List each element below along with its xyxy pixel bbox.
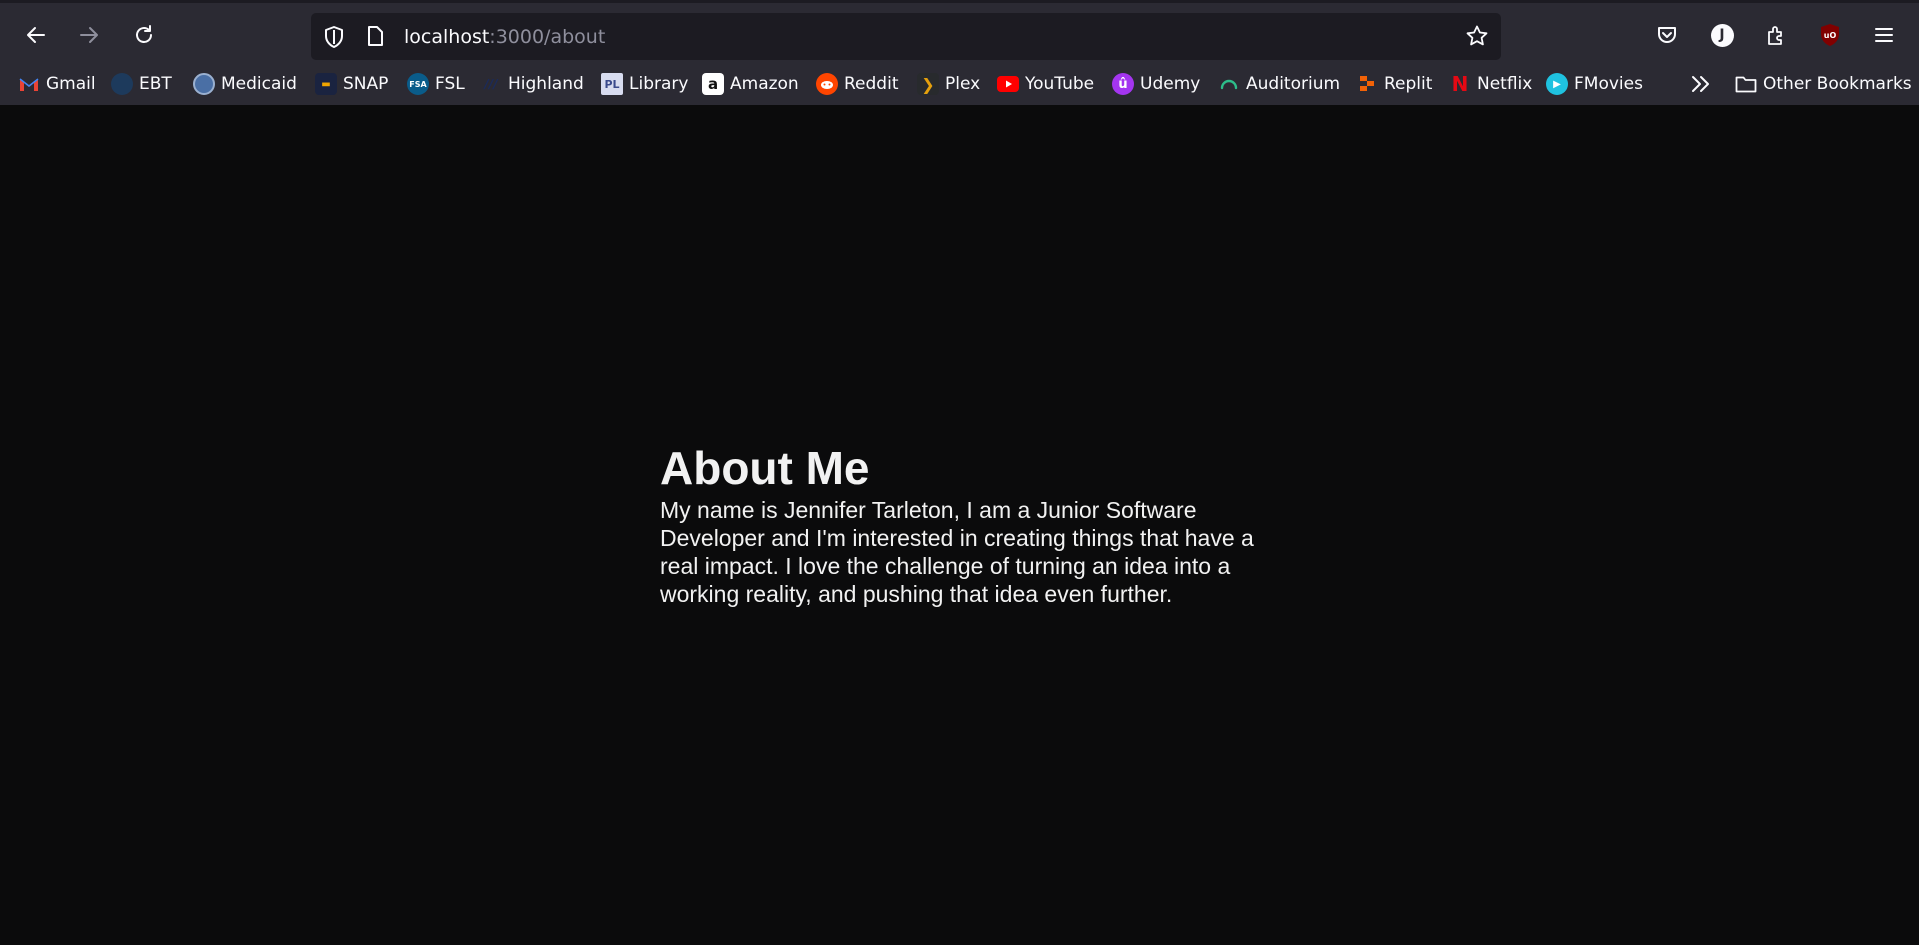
page-icon[interactable]: [366, 25, 384, 47]
bookmark-youtube[interactable]: YouTube: [997, 68, 1094, 100]
bookmark-udemy[interactable]: û Udemy: [1112, 68, 1200, 100]
bookmark-replit[interactable]: Replit: [1356, 68, 1432, 100]
bookmark-label: Library: [629, 74, 689, 94]
fsl-icon: FSA: [407, 73, 429, 95]
ublock-button[interactable]: uO: [1810, 15, 1850, 55]
url-host: localhost: [404, 26, 490, 48]
udemy-icon: û: [1112, 73, 1134, 95]
bookmark-label: FMovies: [1574, 74, 1643, 94]
avatar: J: [1710, 23, 1734, 47]
reload-icon: [136, 25, 152, 43]
bookmark-amazon[interactable]: a Amazon: [702, 68, 799, 100]
back-button[interactable]: [16, 15, 56, 55]
bookmark-label: Plex: [945, 74, 981, 94]
about-section: About Me My name is Jennifer Tarleton, I…: [660, 440, 1270, 608]
about-paragraph: My name is Jennifer Tarleton, I am a Jun…: [660, 497, 1254, 607]
reddit-icon: [816, 73, 838, 95]
bookmark-snap[interactable]: ▬ SNAP: [315, 68, 388, 100]
bookmark-label: EBT: [139, 74, 172, 94]
ublock-origin-icon: uO: [1821, 24, 1839, 46]
extensions-button[interactable]: [1756, 15, 1796, 55]
bookmark-auditorium[interactable]: Auditorium: [1218, 68, 1340, 100]
amazon-icon: a: [702, 73, 724, 95]
puzzle-icon: [1768, 26, 1782, 45]
auditorium-icon: [1218, 73, 1240, 95]
fmovies-icon: ▶: [1546, 73, 1568, 95]
bookmark-netflix[interactable]: N Netflix: [1449, 68, 1533, 100]
forward-button[interactable]: [69, 15, 109, 55]
folder-icon: [1735, 73, 1757, 95]
bookmark-fmovies[interactable]: ▶ FMovies: [1546, 68, 1643, 100]
bookmark-fsl[interactable]: FSA FSL: [407, 68, 465, 100]
arrow-right-icon: [80, 27, 98, 43]
bookmark-reddit[interactable]: Reddit: [816, 68, 898, 100]
ebt-icon: [111, 73, 133, 95]
account-button[interactable]: J: [1702, 15, 1742, 55]
page-title: About Me: [660, 442, 870, 494]
bookmark-plex[interactable]: ❯ Plex: [917, 68, 980, 100]
medicaid-icon: [193, 73, 215, 95]
replit-icon: [1356, 73, 1378, 95]
shield-icon[interactable]: [323, 25, 345, 49]
gmail-icon: [18, 73, 40, 95]
navigation-toolbar: localhost:3000/about J uO: [0, 3, 1919, 63]
plex-icon: ❯: [917, 73, 939, 95]
menu-button[interactable]: [1864, 15, 1904, 55]
bookmark-highland[interactable]: /// Highland: [480, 68, 584, 100]
bookmark-library[interactable]: PL Library: [601, 68, 688, 100]
pocket-icon: [1658, 27, 1676, 43]
hamburger-icon: [1875, 28, 1893, 42]
other-bookmarks-button[interactable]: Other Bookmarks: [1735, 68, 1912, 100]
bookmark-label: Replit: [1384, 74, 1433, 94]
bookmark-star-icon[interactable]: [1465, 24, 1489, 48]
other-bookmarks-label: Other Bookmarks: [1763, 74, 1912, 94]
bookmark-label: FSL: [435, 74, 465, 94]
browser-chrome: localhost:3000/about J uO Gmail EBT Medi…: [0, 0, 1919, 105]
bookmarks-overflow-button[interactable]: [1690, 68, 1712, 100]
bookmark-label: YouTube: [1025, 74, 1095, 94]
bookmark-label: Medicaid: [221, 74, 297, 94]
bookmark-gmail[interactable]: Gmail: [18, 68, 96, 100]
bookmark-label: Reddit: [844, 74, 899, 94]
bookmark-label: SNAP: [343, 74, 389, 94]
library-icon: PL: [601, 73, 623, 95]
url-text[interactable]: localhost:3000/about: [404, 25, 605, 49]
bookmark-label: Auditorium: [1246, 74, 1341, 94]
netflix-icon: N: [1451, 72, 1469, 96]
highland-icon: ///: [484, 77, 498, 91]
bookmark-ebt[interactable]: EBT: [111, 68, 172, 100]
bookmark-label: Gmail: [46, 74, 96, 94]
svg-text:uO: uO: [1824, 31, 1837, 40]
bookmark-label: Netflix: [1477, 74, 1533, 94]
double-chevron-right-icon: [1692, 76, 1709, 92]
bookmark-label: Udemy: [1140, 74, 1201, 94]
address-bar[interactable]: localhost:3000/about: [311, 13, 1501, 60]
arrow-left-icon: [27, 27, 45, 43]
bookmark-label: Highland: [508, 74, 584, 94]
snap-icon: ▬: [315, 73, 337, 95]
bookmarks-toolbar: Gmail EBT Medicaid ▬ SNAP FSA FSL /// Hi…: [0, 68, 1919, 100]
youtube-icon: [997, 73, 1019, 95]
pocket-button[interactable]: [1647, 15, 1687, 55]
reload-button[interactable]: [124, 15, 164, 55]
url-path: :3000/about: [489, 26, 606, 48]
bookmark-label: Amazon: [730, 74, 799, 94]
bookmark-medicaid[interactable]: Medicaid: [193, 68, 297, 100]
